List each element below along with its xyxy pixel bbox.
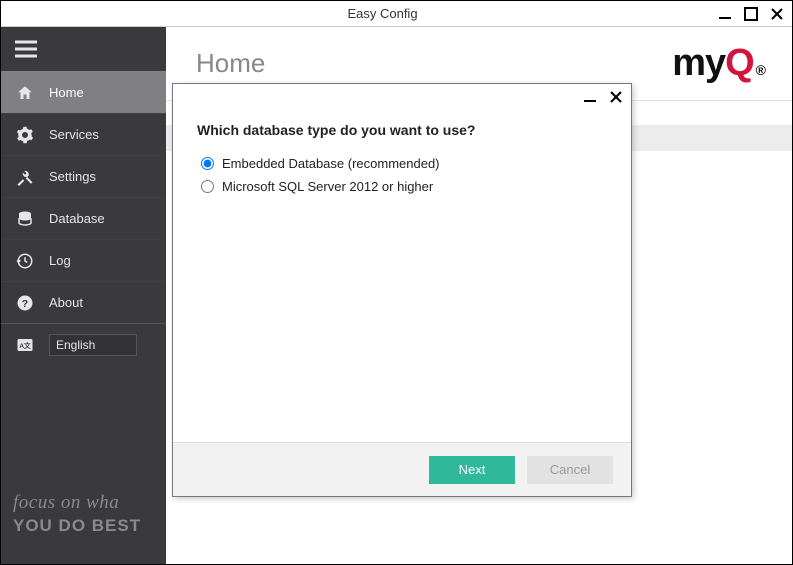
next-button[interactable]: Next: [429, 456, 515, 484]
radio-option-mssql[interactable]: Microsoft SQL Server 2012 or higher: [197, 179, 607, 194]
cancel-button[interactable]: Cancel: [527, 456, 613, 484]
radio-label: Embedded Database (recommended): [222, 156, 440, 171]
sidebar-item-label: Services: [49, 127, 99, 142]
page-title: Home: [196, 48, 672, 79]
hamburger-button[interactable]: [1, 27, 166, 71]
radio-input[interactable]: [201, 180, 214, 193]
minimize-button[interactable]: [716, 5, 734, 23]
sidebar-item-label: Settings: [49, 169, 96, 184]
dialog-footer: Next Cancel: [173, 442, 631, 496]
titlebar: Easy Config: [1, 1, 792, 27]
dialog-question: Which database type do you want to use?: [197, 122, 607, 138]
radio-label: Microsoft SQL Server 2012 or higher: [222, 179, 433, 194]
language-icon: A文: [15, 335, 35, 355]
sidebar: Home Services Settings: [1, 27, 166, 564]
home-icon: [15, 83, 35, 103]
brand-logo: my Q ®: [672, 42, 766, 85]
tagline-line1: focus on wha: [13, 492, 141, 514]
gear-icon: [15, 125, 35, 145]
sidebar-item-home[interactable]: Home: [1, 71, 166, 113]
database-icon: [15, 209, 35, 229]
svg-text:A文: A文: [19, 341, 31, 350]
close-button[interactable]: [768, 5, 786, 23]
sidebar-item-database[interactable]: Database: [1, 197, 166, 239]
sidebar-item-label: About: [49, 295, 83, 310]
dialog-titlebar: [173, 84, 631, 110]
window-title: Easy Config: [49, 6, 716, 21]
app-body: Home Services Settings: [1, 27, 792, 564]
tagline: focus on wha YOU DO BEST: [13, 492, 141, 536]
language-selector[interactable]: A文 English: [1, 323, 166, 365]
sidebar-item-label: Home: [49, 85, 84, 100]
database-type-dialog: Which database type do you want to use? …: [172, 83, 632, 497]
tools-icon: [15, 167, 35, 187]
sidebar-item-about[interactable]: ? About: [1, 281, 166, 323]
sidebar-item-label: Database: [49, 211, 105, 226]
sidebar-item-settings[interactable]: Settings: [1, 155, 166, 197]
radio-input[interactable]: [201, 157, 214, 170]
window-controls: [716, 5, 792, 23]
sidebar-item-services[interactable]: Services: [1, 113, 166, 155]
content-area: Home my Q ® Whic: [166, 27, 792, 564]
tagline-line2: YOU DO BEST: [13, 516, 141, 536]
sidebar-item-label: Log: [49, 253, 71, 268]
dialog-close-button[interactable]: [607, 88, 625, 106]
sidebar-item-log[interactable]: Log: [1, 239, 166, 281]
dialog-body: Which database type do you want to use? …: [173, 110, 631, 442]
maximize-button[interactable]: [742, 5, 760, 23]
question-icon: ?: [15, 293, 35, 313]
dialog-minimize-button[interactable]: [581, 88, 599, 106]
history-icon: [15, 251, 35, 271]
app-window: Easy Config Home: [0, 0, 793, 565]
radio-option-embedded[interactable]: Embedded Database (recommended): [197, 156, 607, 171]
language-dropdown[interactable]: English: [49, 334, 137, 356]
svg-text:?: ?: [22, 297, 28, 309]
nav: Home Services Settings: [1, 71, 166, 564]
